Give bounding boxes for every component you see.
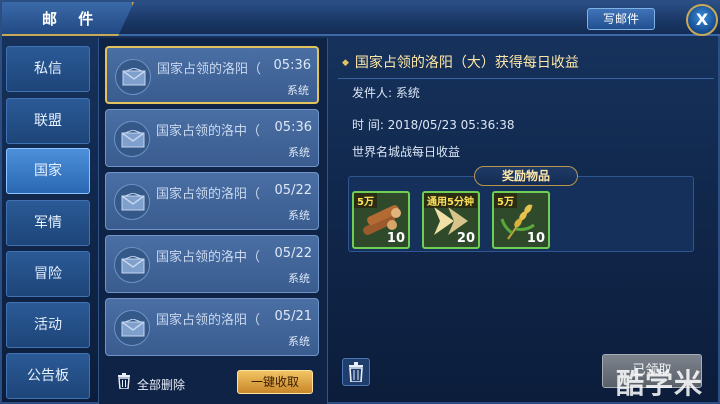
reward-item[interactable]: 5万 10: [352, 191, 410, 249]
mail-sender: 系统: [288, 209, 310, 222]
mail-item[interactable]: 国家占领的洛中（ 05/22 系统: [105, 235, 319, 293]
trash-icon: [349, 362, 363, 382]
trash-icon[interactable]: [117, 373, 131, 393]
reward-item[interactable]: 5万 10: [492, 191, 550, 249]
envelope-icon: [115, 59, 151, 95]
mail-sender: 系统: [288, 335, 310, 348]
divider: [338, 78, 714, 79]
mail-time: 05/22: [274, 246, 312, 261]
envelope-icon: [114, 247, 150, 283]
mail-subject: 国家占领的洛中（: [156, 124, 261, 139]
mail-item[interactable]: 国家占领的洛中（ 05:36 系统: [105, 109, 319, 167]
mail-time: 05:36: [273, 58, 311, 73]
mail-sender: 系统: [288, 272, 310, 285]
watermark: 酷学米: [616, 367, 704, 400]
write-mail-button[interactable]: 写邮件: [587, 8, 655, 30]
reward-tag: 5万: [494, 193, 517, 208]
envelope-icon: [114, 310, 150, 346]
top-bar: 邮 件 写邮件 X: [2, 2, 720, 36]
mail-window: 邮 件 写邮件 X 私信 联盟 国家 军情 冒险 活动 公告板 国家占领的洛阳（…: [0, 0, 720, 404]
mail-subject: 国家占领的洛阳（: [157, 62, 262, 77]
mail-body: 世界名城战每日收益: [352, 145, 461, 159]
mail-item[interactable]: 国家占领的洛阳（ 05:36 系统: [105, 46, 319, 104]
tab-alliance[interactable]: 联盟: [6, 98, 90, 144]
list-actions: 全部删除 一键收取: [99, 362, 327, 404]
reward-count: 20: [456, 231, 475, 246]
reward-tag: 5万: [354, 193, 377, 208]
tab-adventure[interactable]: 冒险: [6, 251, 90, 297]
diamond-bullet-icon: ◆: [342, 58, 349, 68]
reward-count: 10: [386, 231, 405, 246]
tab-military-intel[interactable]: 军情: [6, 200, 90, 246]
mail-time: 05/22: [274, 183, 312, 198]
category-sidebar: 私信 联盟 国家 军情 冒险 活动 公告板: [2, 38, 94, 404]
delete-mail-button[interactable]: [342, 358, 370, 386]
envelope-icon: [114, 184, 150, 220]
mail-subject: 国家占领的洛阳（: [156, 313, 261, 328]
detail-title-text: 国家占领的洛阳（大）获得每日收益: [354, 55, 579, 71]
mail-subject: 国家占领的洛中（: [156, 250, 261, 265]
tab-bulletin-board[interactable]: 公告板: [6, 353, 90, 399]
mail-time: 05:36: [274, 120, 312, 135]
mail-sender: 系统: [287, 84, 309, 97]
mail-subject: 国家占领的洛阳（: [156, 187, 261, 202]
close-button[interactable]: X: [686, 4, 718, 36]
detail-title: ◆ 国家占领的洛阳（大）获得每日收益: [342, 52, 579, 72]
delete-all-button[interactable]: 全部删除: [137, 376, 185, 393]
collect-all-button[interactable]: 一键收取: [237, 370, 313, 394]
tab-private-message[interactable]: 私信: [6, 46, 90, 92]
mail-item[interactable]: 国家占领的洛阳（ 05/21 系统: [105, 298, 319, 356]
reward-tag: 通用5分钟: [424, 193, 477, 208]
mail-item[interactable]: 国家占领的洛阳（ 05/22 系统: [105, 172, 319, 230]
envelope-icon: [114, 121, 150, 157]
reward-header: 奖励物品: [474, 166, 578, 186]
tab-events[interactable]: 活动: [6, 302, 90, 348]
time-line: 时 间: 2018/05/23 05:36:38: [352, 118, 515, 132]
mail-list: 国家占领的洛阳（ 05:36 系统 国家占领的洛中（ 05:36 系统 国家占领…: [98, 38, 328, 404]
mail-detail: ◆ 国家占领的洛阳（大）获得每日收益 发件人: 系统 时 间: 2018/05/2…: [332, 38, 720, 404]
tab-country[interactable]: 国家: [6, 148, 90, 194]
reward-count: 10: [526, 231, 545, 246]
mail-sender: 系统: [288, 146, 310, 159]
mail-time: 05/21: [274, 309, 312, 324]
reward-item[interactable]: 通用5分钟 20: [422, 191, 480, 249]
window-title: 邮 件: [42, 10, 102, 28]
sender-line: 发件人: 系统: [352, 86, 420, 100]
